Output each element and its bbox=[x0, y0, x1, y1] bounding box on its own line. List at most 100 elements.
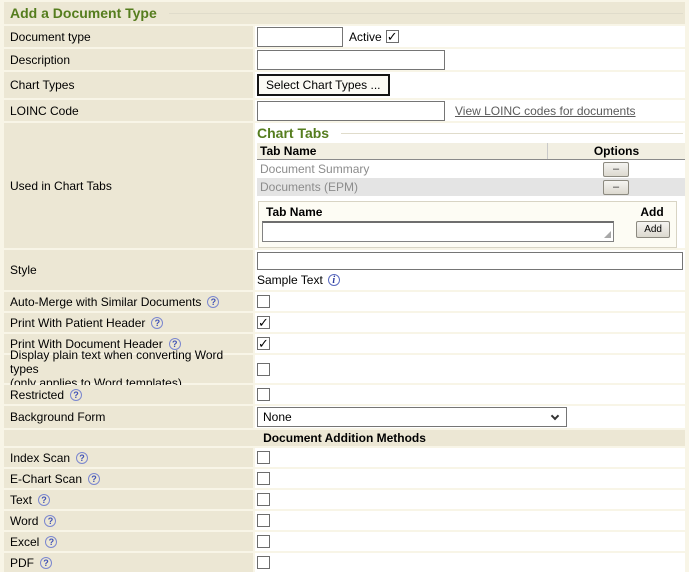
row-index-scan: Index Scan ? bbox=[4, 448, 685, 467]
info-icon[interactable]: i bbox=[328, 274, 340, 286]
style-label: Style bbox=[4, 250, 253, 290]
chart-types-label: Chart Types bbox=[4, 72, 253, 98]
used-in-chart-tabs-label: Used in Chart Tabs bbox=[4, 123, 253, 248]
display-plain-text-line1: Display plain text when converting Word … bbox=[10, 348, 223, 376]
text-method-label: Text bbox=[10, 493, 32, 507]
background-form-select[interactable]: None bbox=[257, 407, 567, 427]
chart-tab-options: – bbox=[547, 162, 685, 177]
remove-tab-button[interactable]: – bbox=[603, 180, 629, 195]
chart-tab-name: Documents (EPM) bbox=[257, 180, 547, 194]
help-icon[interactable]: ? bbox=[207, 296, 219, 308]
display-plain-text-checkbox[interactable] bbox=[257, 363, 270, 376]
print-patient-header-content: ✓ bbox=[255, 313, 685, 332]
add-tab-name-header: Tab Name bbox=[262, 205, 631, 219]
echart-scan-label: E-Chart Scan bbox=[10, 472, 82, 486]
row-excel-method: Excel ? bbox=[4, 532, 685, 551]
background-form-content: None bbox=[255, 406, 685, 428]
text-method-content bbox=[255, 490, 685, 509]
tab-name-column-header: Tab Name bbox=[257, 144, 547, 158]
background-form-label: Background Form bbox=[4, 406, 253, 428]
description-input[interactable] bbox=[257, 50, 445, 70]
row-word-method: Word ? bbox=[4, 511, 685, 530]
document-type-input[interactable] bbox=[257, 27, 343, 47]
chart-tabs-section-title: Chart Tabs bbox=[257, 125, 329, 141]
print-patient-header-checkbox[interactable]: ✓ bbox=[257, 316, 270, 329]
active-label: Active bbox=[349, 30, 382, 44]
help-icon[interactable]: ? bbox=[40, 557, 52, 569]
pdf-method-checkbox[interactable] bbox=[257, 556, 270, 569]
row-text-method: Text ? bbox=[4, 490, 685, 509]
row-chart-types: Chart Types Select Chart Types ... bbox=[4, 72, 685, 98]
echart-scan-content bbox=[255, 469, 685, 488]
index-scan-label: Index Scan bbox=[10, 451, 70, 465]
add-column-header: Add bbox=[631, 205, 673, 219]
add-tab-header-row: Tab Name Add bbox=[262, 204, 673, 220]
pdf-method-content bbox=[255, 553, 685, 572]
description-label: Description bbox=[4, 49, 253, 70]
row-document-type: Document type Active ✓ bbox=[4, 26, 685, 47]
auto-merge-label: Auto-Merge with Similar Documents bbox=[10, 295, 201, 309]
row-background-form: Background Form None bbox=[4, 406, 685, 428]
help-icon[interactable]: ? bbox=[70, 389, 82, 401]
display-plain-text-label-cell: Display plain text when converting Word … bbox=[4, 355, 253, 383]
add-tab-button[interactable]: Add bbox=[636, 221, 670, 238]
row-restricted: Restricted ? bbox=[4, 385, 685, 404]
echart-scan-checkbox[interactable] bbox=[257, 472, 270, 485]
chart-tab-options: – bbox=[547, 180, 685, 195]
auto-merge-checkbox[interactable] bbox=[257, 295, 270, 308]
row-used-in-chart-tabs: Used in Chart Tabs Chart Tabs Tab Name O… bbox=[4, 123, 685, 248]
add-document-type-form: Add a Document Type Document type Active… bbox=[0, 0, 689, 572]
auto-merge-label-cell: Auto-Merge with Similar Documents ? bbox=[4, 292, 253, 311]
index-scan-checkbox[interactable] bbox=[257, 451, 270, 464]
remove-tab-button[interactable]: – bbox=[603, 162, 629, 177]
chart-tabs-table: Tab Name Options Document Summary – Docu… bbox=[257, 143, 685, 196]
active-checkbox[interactable]: ✓ bbox=[386, 30, 399, 43]
description-content bbox=[255, 49, 685, 70]
index-scan-content bbox=[255, 448, 685, 467]
style-input[interactable] bbox=[257, 252, 683, 270]
chart-types-content: Select Chart Types ... bbox=[255, 72, 685, 98]
row-style: Style Sample Text i bbox=[4, 250, 685, 290]
help-icon[interactable]: ? bbox=[38, 494, 50, 506]
document-addition-methods-header: Document Addition Methods bbox=[4, 430, 685, 446]
sample-text-line: Sample Text i bbox=[257, 271, 683, 289]
excel-method-label: Excel bbox=[10, 535, 39, 549]
help-icon[interactable]: ? bbox=[45, 536, 57, 548]
help-icon[interactable]: ? bbox=[76, 452, 88, 464]
restricted-checkbox[interactable] bbox=[257, 388, 270, 401]
excel-method-checkbox[interactable] bbox=[257, 535, 270, 548]
help-icon[interactable]: ? bbox=[44, 515, 56, 527]
print-document-header-checkbox[interactable]: ✓ bbox=[257, 337, 270, 350]
row-auto-merge: Auto-Merge with Similar Documents ? bbox=[4, 292, 685, 311]
row-description: Description bbox=[4, 49, 685, 70]
word-method-content bbox=[255, 511, 685, 530]
print-patient-header-label: Print With Patient Header bbox=[10, 316, 145, 330]
add-button-cell: Add bbox=[636, 221, 670, 238]
excel-method-label-cell: Excel ? bbox=[4, 532, 253, 551]
view-loinc-codes-link[interactable]: View LOINC codes for documents bbox=[455, 104, 636, 118]
loinc-code-label: LOINC Code bbox=[4, 100, 253, 121]
index-scan-label-cell: Index Scan ? bbox=[4, 448, 253, 467]
word-method-checkbox[interactable] bbox=[257, 514, 270, 527]
help-icon[interactable]: ? bbox=[88, 473, 100, 485]
title-rule bbox=[169, 13, 683, 14]
new-tab-name-input[interactable] bbox=[262, 221, 614, 242]
pdf-method-label-cell: PDF ? bbox=[4, 553, 253, 572]
sample-text: Sample Text bbox=[257, 273, 323, 287]
pdf-method-label: PDF bbox=[10, 556, 34, 570]
options-column-header: Options bbox=[547, 143, 685, 159]
add-tab-box: Tab Name Add Add bbox=[258, 201, 677, 248]
select-chart-types-button[interactable]: Select Chart Types ... bbox=[257, 74, 390, 96]
help-icon[interactable]: ? bbox=[151, 317, 163, 329]
text-method-checkbox[interactable] bbox=[257, 493, 270, 506]
word-method-label-cell: Word ? bbox=[4, 511, 253, 530]
text-method-label-cell: Text ? bbox=[4, 490, 253, 509]
page-title: Add a Document Type bbox=[10, 5, 157, 21]
row-loinc-code: LOINC Code View LOINC codes for document… bbox=[4, 100, 685, 121]
chart-tab-row: Documents (EPM) – bbox=[257, 178, 685, 196]
loinc-code-input[interactable] bbox=[257, 101, 445, 121]
page-title-row: Add a Document Type bbox=[4, 2, 685, 24]
chart-tabs-content: Chart Tabs Tab Name Options Document Sum… bbox=[255, 123, 685, 248]
display-plain-text-content bbox=[255, 355, 685, 383]
background-form-selected-option: None bbox=[263, 410, 292, 424]
